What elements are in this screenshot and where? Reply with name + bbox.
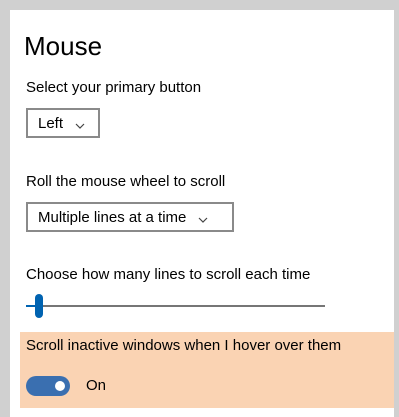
settings-panel: Mouse Select your primary button Left Ro… — [10, 10, 394, 417]
window-frame-right — [394, 0, 399, 417]
scroll-lines-label: Choose how many lines to scroll each tim… — [26, 266, 311, 283]
page-title: Mouse — [24, 31, 103, 61]
inactive-scroll-label: Scroll inactive windows when I hover ove… — [26, 337, 342, 354]
inactive-scroll-toggle[interactable] — [26, 376, 70, 396]
primary-button-value: Left — [38, 114, 64, 132]
window-frame-top — [0, 0, 399, 10]
window-frame-left — [0, 0, 10, 417]
chevron-down-icon — [75, 118, 85, 129]
scroll-wheel-value: Multiple lines at a time — [38, 208, 187, 226]
scroll-wheel-label: Roll the mouse wheel to scroll — [26, 173, 226, 190]
scroll-wheel-dropdown[interactable]: Multiple lines at a time — [26, 202, 234, 232]
slider-thumb[interactable] — [35, 294, 43, 318]
primary-button-dropdown[interactable]: Left — [26, 108, 100, 138]
toggle-state-text: On — [86, 377, 107, 394]
scroll-lines-slider[interactable] — [26, 294, 325, 318]
chevron-down-icon — [198, 212, 208, 223]
toggle-knob — [55, 381, 65, 391]
primary-button-label: Select your primary button — [26, 79, 202, 96]
